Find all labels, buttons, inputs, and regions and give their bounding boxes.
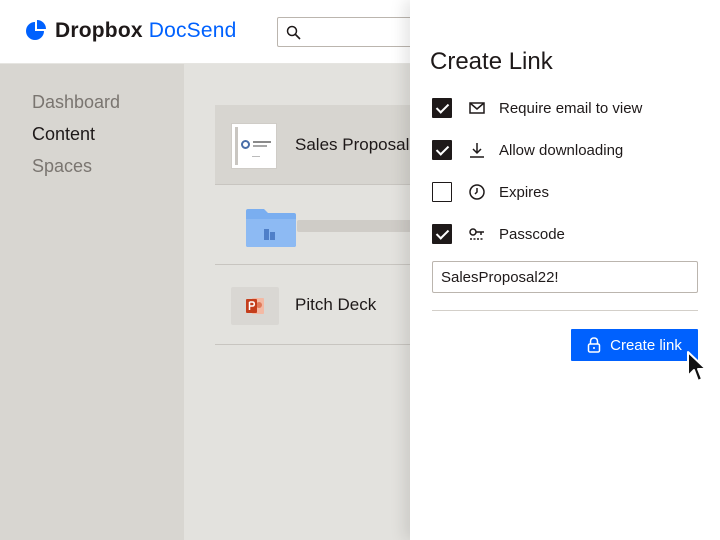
- passcode-checkbox[interactable]: [432, 224, 452, 244]
- content-row-pitch-deck[interactable]: Pitch Deck: [215, 265, 435, 345]
- content-row-folder[interactable]: [215, 185, 437, 265]
- key-icon: [469, 228, 484, 240]
- option-label: Allow downloading: [499, 141, 624, 159]
- allow-downloading-checkbox[interactable]: [432, 140, 452, 160]
- mouse-cursor-icon: [687, 351, 707, 382]
- download-icon: [470, 143, 484, 158]
- search-input[interactable]: [277, 17, 427, 47]
- app-logo[interactable]: Dropbox DocSend: [24, 19, 237, 43]
- option-require-email[interactable]: Require email to view: [432, 97, 702, 119]
- clock-icon: [469, 184, 485, 200]
- folder-icon: [246, 209, 296, 247]
- product-name: DocSend: [148, 19, 237, 42]
- option-expires[interactable]: Expires: [432, 181, 702, 203]
- sidebar-nav: Dashboard Content Spaces: [0, 64, 184, 540]
- create-link-panel: Create Link Require email to view Allow …: [410, 0, 720, 540]
- create-link-label: Create link: [610, 336, 682, 354]
- powerpoint-thumbnail: [231, 287, 279, 325]
- option-passcode[interactable]: Passcode: [432, 223, 702, 245]
- option-label: Expires: [499, 183, 550, 201]
- mail-icon: [469, 102, 485, 114]
- option-allow-downloading[interactable]: Allow downloading: [432, 139, 702, 161]
- dropbox-docsend-logo-icon: [26, 20, 46, 40]
- panel-divider: [432, 310, 698, 311]
- search-icon: [286, 25, 301, 40]
- passcode-input[interactable]: [432, 261, 698, 293]
- content-row-sales-proposal[interactable]: Sales Proposal: [215, 105, 435, 185]
- document-thumbnail: [231, 123, 277, 169]
- brand-name: Dropbox: [55, 19, 143, 42]
- sidebar-item-content[interactable]: Content: [32, 124, 95, 145]
- lock-icon: [587, 337, 601, 353]
- sidebar-item-dashboard[interactable]: Dashboard: [32, 92, 120, 113]
- option-label: Passcode: [499, 225, 565, 243]
- powerpoint-icon: [246, 298, 264, 314]
- expires-checkbox[interactable]: [432, 182, 452, 202]
- create-link-button[interactable]: Create link: [571, 329, 698, 361]
- row-title: Sales Proposal: [295, 135, 410, 154]
- option-label: Require email to view: [499, 99, 643, 117]
- panel-title: Create Link: [430, 48, 553, 75]
- require-email-checkbox[interactable]: [432, 98, 452, 118]
- row-title: Pitch Deck: [295, 295, 377, 314]
- sidebar-item-spaces[interactable]: Spaces: [32, 156, 92, 177]
